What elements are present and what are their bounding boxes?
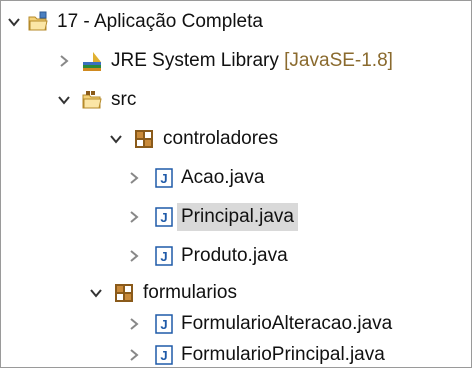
source-folder-icon [81, 89, 103, 111]
chevron-down-icon[interactable] [107, 130, 125, 148]
svg-text:J: J [160, 249, 167, 264]
tree-item-file[interactable]: J FormularioAlteracao.java [1, 307, 473, 341]
chevron-down-icon[interactable] [87, 284, 105, 302]
tree-item-file[interactable]: J Acao.java [1, 161, 473, 195]
tree-item-package-formularios[interactable]: formularios [1, 276, 473, 310]
tree-item-label: JRE System Library [JavaSE-1.8] [107, 47, 397, 75]
library-icon [81, 50, 103, 72]
package-explorer-tree: 17 - Aplicação Completa JRE System Libra… [0, 0, 472, 368]
chevron-right-icon[interactable] [125, 247, 143, 265]
tree-item-file[interactable]: J Produto.java [1, 239, 473, 273]
tree-item-src[interactable]: src [1, 83, 473, 117]
chevron-down-icon[interactable] [5, 13, 23, 31]
jre-label: JRE System Library [111, 50, 279, 71]
package-icon [113, 282, 135, 304]
tree-item-package-controladores[interactable]: controladores [1, 122, 473, 156]
svg-text:J: J [160, 348, 167, 363]
java-file-icon: J [153, 245, 175, 267]
tree-item-project[interactable]: 17 - Aplicação Completa [1, 5, 473, 39]
chevron-right-icon[interactable] [125, 346, 143, 364]
svg-text:J: J [160, 317, 167, 332]
tree-item-label: FormularioAlteracao.java [181, 313, 393, 334]
project-folder-icon [27, 11, 49, 33]
tree-item-label: 17 - Aplicação Completa [57, 11, 263, 32]
tree-item-file[interactable]: J FormularioPrincipal.java [1, 338, 473, 372]
chevron-right-icon[interactable] [125, 315, 143, 333]
tree-item-label: controladores [163, 128, 279, 149]
tree-item-label: src [111, 89, 137, 110]
tree-item-label: formularios [143, 282, 237, 303]
svg-text:J: J [160, 210, 167, 225]
chevron-down-icon[interactable] [55, 91, 73, 109]
java-file-icon: J [153, 313, 175, 335]
tree-item-label: Produto.java [181, 245, 288, 266]
tree-item-label: Principal.java [177, 203, 298, 231]
tree-item-label: Acao.java [181, 167, 265, 188]
tree-item-jre-library[interactable]: JRE System Library [JavaSE-1.8] [1, 44, 473, 78]
chevron-right-icon[interactable] [125, 169, 143, 187]
chevron-right-icon[interactable] [55, 52, 73, 70]
svg-text:J: J [160, 171, 167, 186]
tree-item-label: FormularioPrincipal.java [181, 344, 385, 365]
java-file-icon: J [153, 167, 175, 189]
chevron-right-icon[interactable] [125, 208, 143, 226]
jre-version-suffix: [JavaSE-1.8] [284, 50, 393, 71]
java-file-icon: J [153, 206, 175, 228]
tree-item-file-selected[interactable]: J Principal.java [1, 200, 473, 234]
package-icon [133, 128, 155, 150]
java-file-icon: J [153, 344, 175, 366]
